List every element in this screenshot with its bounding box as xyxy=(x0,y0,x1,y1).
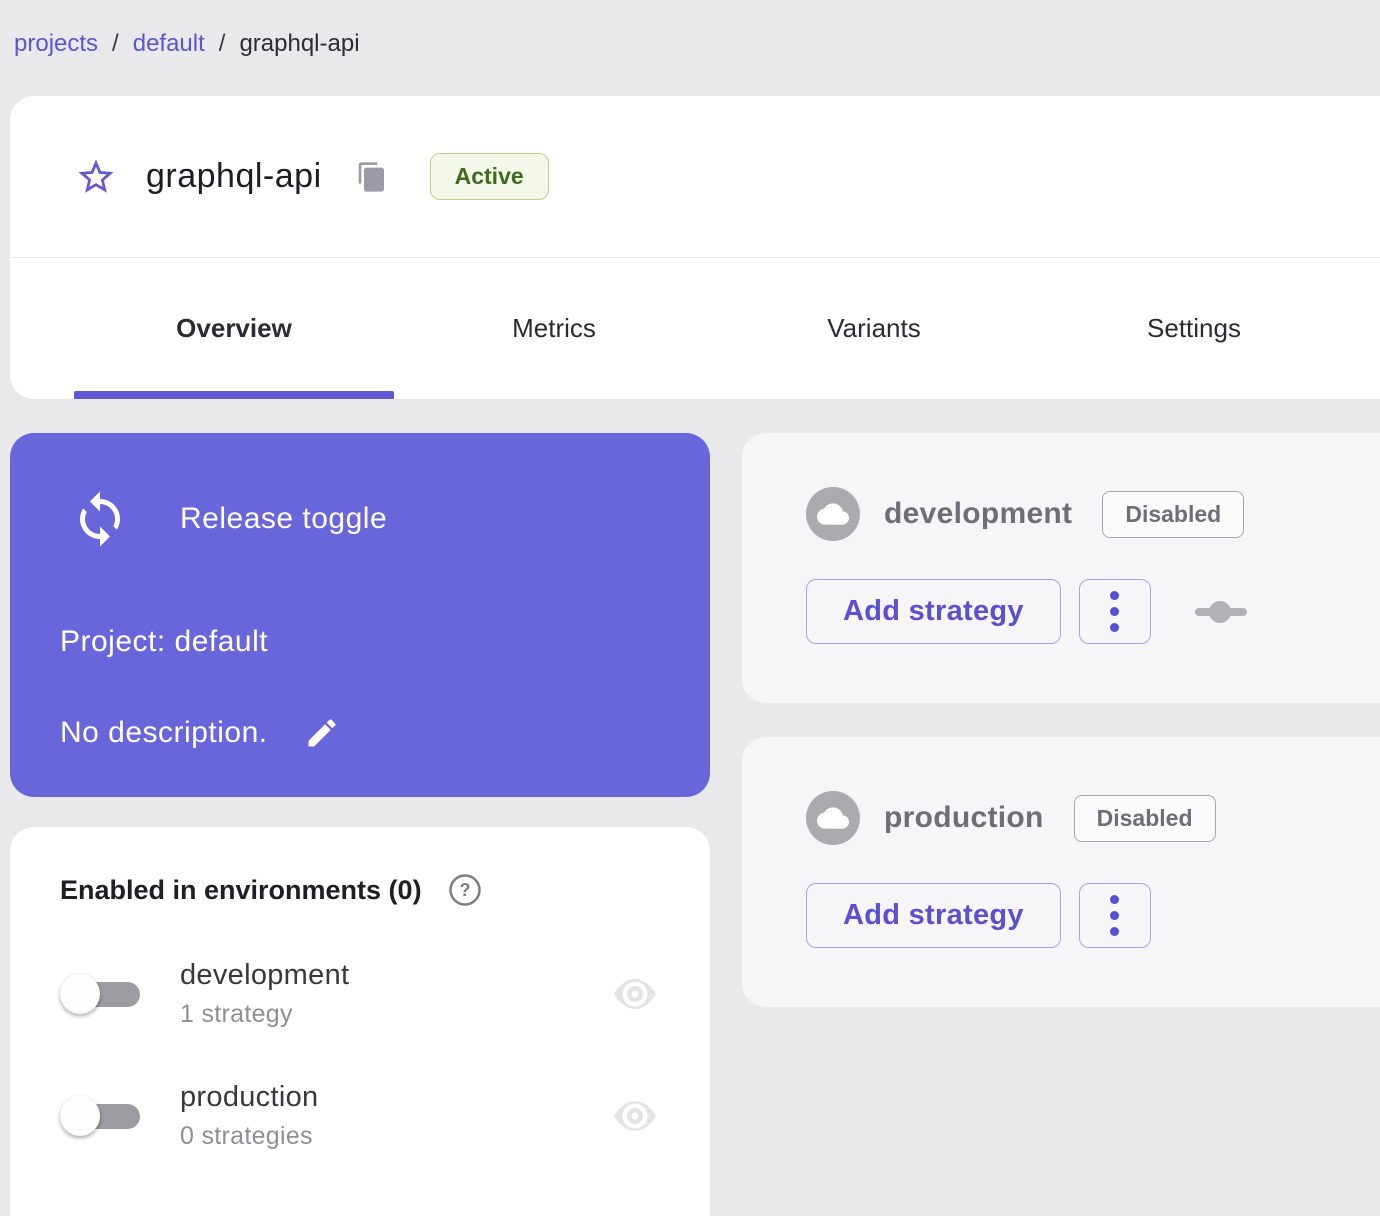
enabled-environments-panel: Enabled in environments (0) ? developmen… xyxy=(10,827,710,1216)
tab-bar: Overview Metrics Variants Settings xyxy=(10,258,1380,399)
breadcrumb-current: graphql-api xyxy=(239,30,360,57)
favorite-star-icon[interactable] xyxy=(74,155,118,199)
environment-status-badge: Disabled xyxy=(1102,490,1245,538)
production-toggle-switch[interactable] xyxy=(60,1095,144,1137)
feature-type-label: Release toggle xyxy=(180,502,388,535)
environment-status-badge: Disabled xyxy=(1073,794,1216,842)
left-column: Release toggle Project: default No descr… xyxy=(10,433,710,1216)
edit-description-pencil-icon[interactable] xyxy=(302,713,342,753)
development-strategies-card: development Disabled Add strategy xyxy=(742,433,1380,703)
environment-name: production xyxy=(180,1081,319,1113)
feature-description: No description. xyxy=(60,716,268,749)
production-card-header: production Disabled xyxy=(806,791,1380,845)
more-options-kebab-icon[interactable] xyxy=(1078,883,1151,948)
main-content: Release toggle Project: default No descr… xyxy=(0,433,1380,1216)
production-card-actions: Add strategy xyxy=(806,883,1380,948)
help-icon[interactable]: ? xyxy=(448,873,482,907)
environment-card-name: production xyxy=(884,801,1044,834)
feature-info-card: Release toggle Project: default No descr… xyxy=(10,433,710,797)
enabled-environments-header: Enabled in environments (0) ? xyxy=(60,873,664,907)
breadcrumb-link-default[interactable]: default xyxy=(133,28,205,60)
breadcrumb-separator: / xyxy=(112,30,119,57)
development-toggle-switch[interactable] xyxy=(60,973,144,1015)
breadcrumb-separator: / xyxy=(218,30,226,57)
release-toggle-sync-icon xyxy=(70,489,130,549)
add-strategy-button[interactable]: Add strategy xyxy=(806,883,1061,948)
feature-header-card: graphql-api Active Overview Metrics Vari… xyxy=(10,96,1380,399)
development-card-actions: Add strategy xyxy=(806,579,1380,644)
environment-row-production: production 0 strategies xyxy=(60,1081,664,1151)
tab-overview[interactable]: Overview xyxy=(74,258,394,399)
more-options-kebab-icon[interactable] xyxy=(1078,579,1151,644)
visibility-eye-icon xyxy=(610,1097,660,1135)
strategy-slider-icon xyxy=(1194,600,1247,623)
tab-variants[interactable]: Variants xyxy=(714,258,1034,399)
environment-strategy-count: 1 strategy xyxy=(180,1000,293,1028)
tab-settings[interactable]: Settings xyxy=(1034,258,1354,399)
environment-strategy-count: 0 strategies xyxy=(180,1122,313,1150)
production-strategies-card: production Disabled Add strategy xyxy=(742,737,1380,1007)
cloud-environment-icon xyxy=(806,791,860,845)
feature-title-row: graphql-api Active xyxy=(10,96,1380,257)
page-title: graphql-api xyxy=(146,157,322,195)
environment-row-development: development 1 strategy xyxy=(60,959,664,1029)
right-column: development Disabled Add strategy produc… xyxy=(742,433,1380,1007)
visibility-eye-icon xyxy=(610,975,660,1013)
feature-description-row: No description. xyxy=(60,713,670,753)
environment-name: development xyxy=(180,959,350,991)
copy-icon[interactable] xyxy=(354,159,390,195)
feature-project-label: Project: default xyxy=(60,625,269,658)
environment-card-name: development xyxy=(884,497,1073,530)
tab-metrics[interactable]: Metrics xyxy=(394,258,714,399)
cloud-environment-icon xyxy=(806,487,860,541)
breadcrumb-link-projects[interactable]: projects xyxy=(14,28,98,60)
breadcrumb: projects / default / graphql-api xyxy=(14,28,1380,60)
feature-type-row: Release toggle xyxy=(60,489,670,549)
enabled-environments-title: Enabled in environments (0) xyxy=(60,874,422,905)
development-card-header: development Disabled xyxy=(806,487,1380,541)
svg-text:?: ? xyxy=(459,880,470,900)
add-strategy-button[interactable]: Add strategy xyxy=(806,579,1061,644)
active-tab-indicator xyxy=(74,391,394,399)
status-badge: Active xyxy=(429,153,549,200)
